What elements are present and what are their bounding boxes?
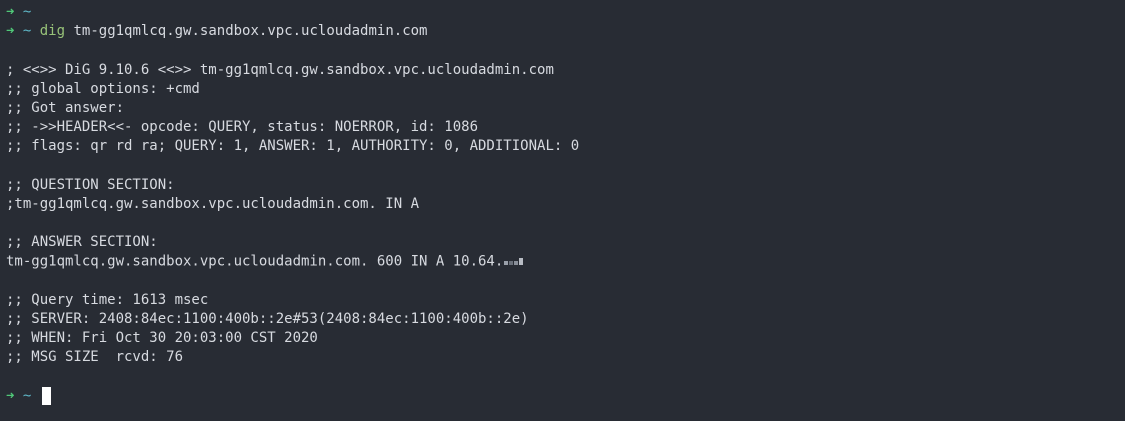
answer-record: tm-gg1qmlcq.gw.sandbox.vpc.ucloudadmin.c… [6, 254, 504, 271]
prompt-line-1: ➜ ~ [6, 3, 1125, 22]
command-args: tm-gg1qmlcq.gw.sandbox.vpc.ucloudadmin.c… [73, 23, 428, 40]
prompt-line-current[interactable]: ➜ ~ [6, 386, 1125, 406]
answer-record-line: tm-gg1qmlcq.gw.sandbox.vpc.ucloudadmin.c… [6, 252, 1125, 271]
terminal-cursor[interactable] [41, 386, 51, 405]
header-info-line: ;; ->>HEADER<<- opcode: QUERY, status: N… [6, 119, 479, 136]
flags-line: ;; flags: qr rd ra; QUERY: 1, ANSWER: 1,… [6, 138, 580, 155]
terminal-window[interactable]: ➜ ~ ➜ ~ dig tm-gg1qmlcq.gw.sandbox.vpc.u… [0, 0, 1125, 421]
query-time-line: ;; Query time: 1613 msec [6, 291, 209, 308]
when-line: ;; WHEN: Fri Oct 30 20:03:00 CST 2020 [6, 330, 318, 347]
prompt-cwd: ~ [22, 4, 32, 20]
answer-section-title: ;; ANSWER SECTION: [6, 234, 158, 251]
server-line: ;; SERVER: 2408:84ec:1100:400b::2e#53(24… [6, 311, 529, 327]
msg-size-line: ;; MSG SIZE rcvd: 76 [6, 349, 184, 366]
global-options-line: ;; global options: +cmd [6, 80, 200, 97]
question-section-title: ;; QUESTION SECTION: [6, 176, 175, 193]
redacted-ip-mosaic [504, 252, 524, 271]
got-answer-line: ;; Got answer: [6, 99, 125, 116]
question-record: ;tm-gg1qmlcq.gw.sandbox.vpc.ucloudadmin.… [6, 195, 420, 212]
command-line: ➜ ~ dig tm-gg1qmlcq.gw.sandbox.vpc.uclou… [6, 22, 1125, 41]
dig-version-line: ; <<>> DiG 9.10.6 <<>> tm-gg1qmlcq.gw.sa… [6, 61, 554, 78]
command-name: dig [39, 23, 66, 40]
